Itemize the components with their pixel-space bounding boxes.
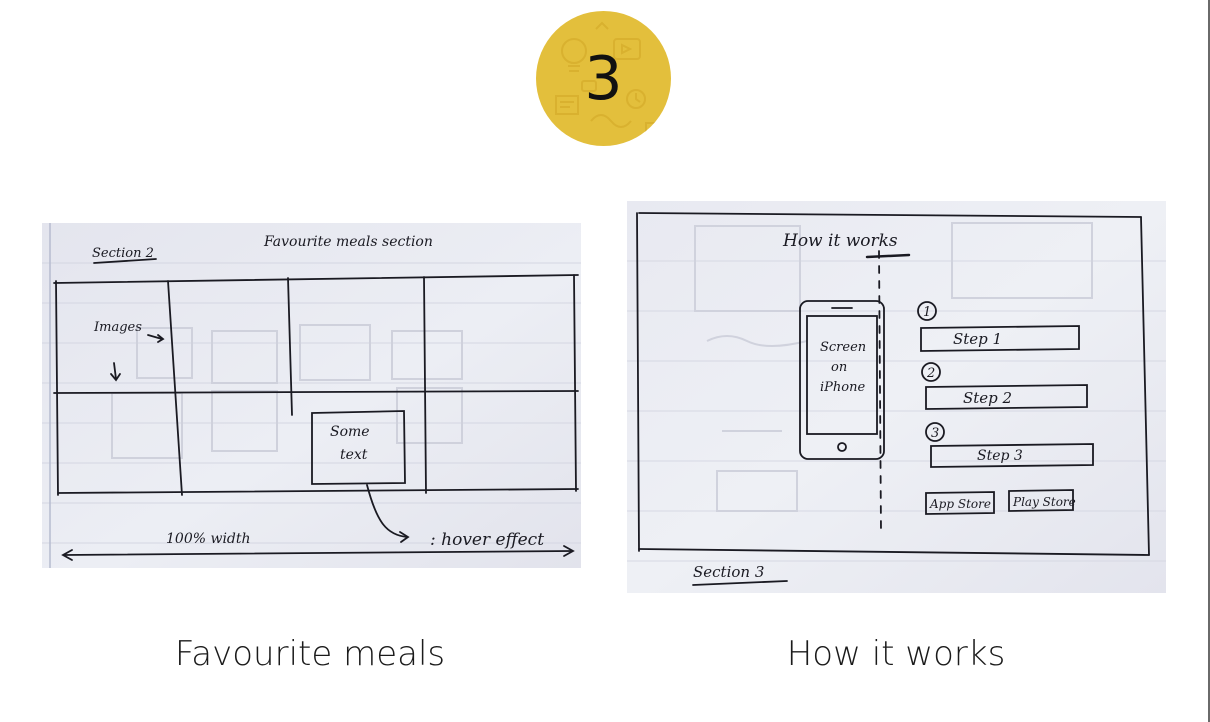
step-2-number: 2: [926, 366, 935, 381]
step-number: 3: [584, 43, 623, 114]
presentation-slide: 3 Section 2 Favourite meals section Imag…: [0, 0, 1210, 722]
step-1-number: 1: [923, 305, 931, 320]
step-3-label: Step 3: [977, 448, 1023, 464]
favourite-meals-caption: Favourite meals: [174, 634, 446, 674]
section-3-label: Section 3: [693, 563, 764, 581]
section-2-label: Section 2: [92, 246, 154, 261]
hover-box-text-line2: text: [340, 447, 368, 463]
hover-box-text-line1: Some: [330, 424, 370, 440]
step-1-label: Step 1: [953, 330, 1002, 348]
how-it-works-caption: How it works: [786, 634, 1006, 674]
phone-text-line1: Screen: [820, 340, 866, 355]
width-note: 100% width: [166, 531, 251, 547]
app-store-label: App Store: [929, 497, 991, 511]
phone-text-line2: on: [831, 360, 847, 375]
step-number-badge: 3: [536, 11, 671, 146]
phone-text-line3: iPhone: [820, 380, 865, 395]
how-it-works-sketch-photo: How it works Screen on iPhone 1 2 3 Step…: [627, 201, 1166, 593]
play-store-label: Play Store: [1012, 495, 1076, 509]
favourite-meals-sketch-photo: Section 2 Favourite meals section Images…: [42, 223, 581, 568]
images-note: Images: [93, 320, 142, 335]
hover-effect-note: : hover effect: [430, 530, 544, 550]
step-3-number: 3: [931, 426, 939, 441]
favourite-meals-note-title: Favourite meals section: [263, 234, 433, 250]
step-2-label: Step 2: [963, 389, 1012, 407]
how-it-works-note-title: How it works: [782, 231, 898, 251]
